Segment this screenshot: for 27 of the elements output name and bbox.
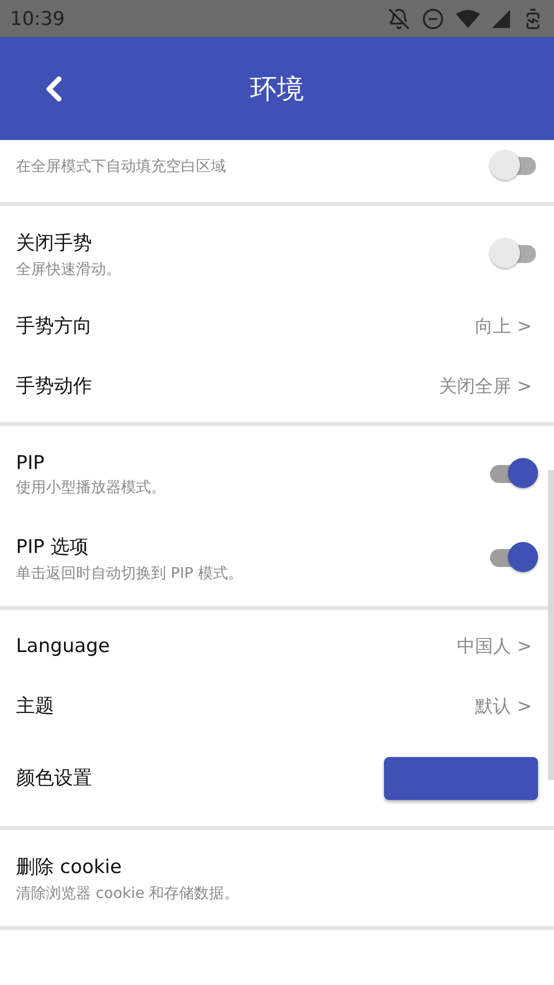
wifi-icon [456,10,480,28]
scrollbar[interactable] [548,470,554,780]
color-swatch-button[interactable] [384,756,538,800]
setting-title: Language [16,635,111,657]
setting-description: 清除浏览器 cookie 和存储数据。 [16,884,240,902]
do-not-disturb-icon [422,8,444,30]
setting-title[interactable]: 删除 cookie [16,854,532,880]
setting-description: 单击返回时自动切换到 PIP 模式。 [16,564,244,582]
back-icon [44,76,64,102]
setting-description: 全屏快速滑动。 [16,260,122,278]
setting-title: 主题 [16,694,55,719]
setting-description: 在全屏模式下自动填充空白区域 [16,156,227,176]
setting-value[interactable]: 中国人 > [457,634,532,658]
status-time: 10:39 [10,8,66,30]
notifications-off-icon [388,8,410,30]
setting-value[interactable]: 关闭全屏 > [439,374,532,398]
setting-value[interactable]: 向上 > [475,314,532,338]
setting-title: PIP [16,452,46,474]
setting-title: 手势动作 [16,374,93,399]
page-title: 环境 [250,72,304,106]
signal-icon [492,10,510,28]
setting-value[interactable]: 默认 > [475,694,532,718]
setting-title: 颜色设置 [16,766,93,791]
setting-title: PIP 选项 [16,534,90,560]
setting-title: 关闭手势 [16,230,93,256]
setting-description: 使用小型播放器模式。 [16,478,167,496]
setting-title: 手势方向 [16,314,93,339]
